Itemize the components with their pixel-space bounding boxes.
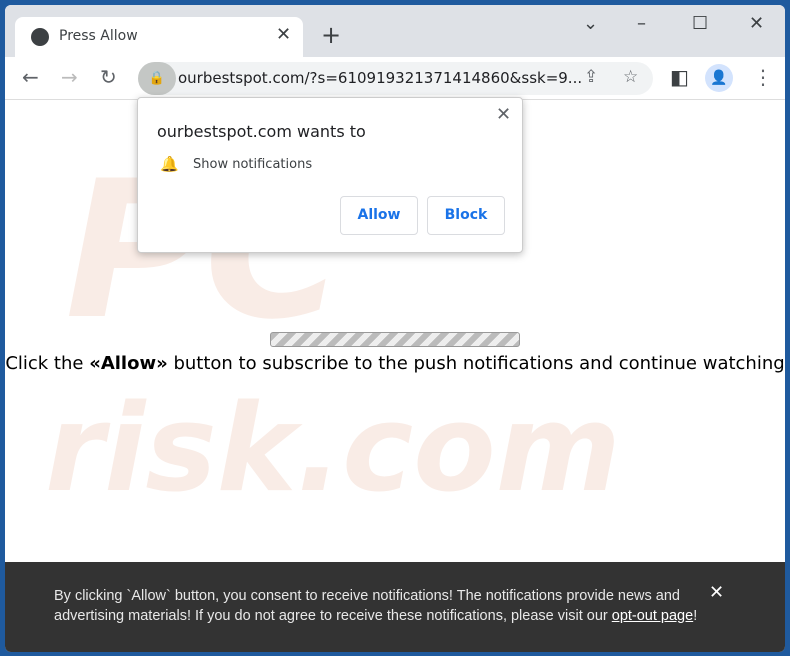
- banner-end: !: [693, 608, 698, 624]
- profile-avatar-icon[interactable]: 👤: [705, 64, 733, 92]
- share-icon[interactable]: ⇪: [584, 67, 598, 87]
- permission-text: Show notifications: [193, 157, 313, 172]
- consent-banner: By clicking `Allow` button, you consent …: [5, 562, 785, 652]
- side-panel-icon[interactable]: ◧: [670, 65, 689, 89]
- banner-text: By clicking `Allow` button, you consent …: [54, 586, 704, 626]
- popup-title: ourbestspot.com wants to: [157, 122, 366, 141]
- msg-post: button to subscribe to the push notifica…: [167, 353, 785, 374]
- instruction-text: Click the «Allow» button to subscribe to…: [5, 353, 785, 374]
- globe-icon: [31, 28, 49, 46]
- url-text[interactable]: ourbestspot.com/?s=610919321371414860&ss…: [178, 69, 582, 87]
- lock-icon[interactable]: 🔒: [138, 62, 176, 95]
- bell-icon: 🔔: [160, 155, 179, 173]
- tab-bar: Press Allow ✕ + ⌄ – ☐ ✕: [5, 5, 785, 57]
- new-tab-icon[interactable]: +: [321, 21, 341, 49]
- banner-body: By clicking `Allow` button, you consent …: [54, 588, 680, 624]
- back-icon[interactable]: ←: [22, 65, 39, 89]
- bookmark-star-icon[interactable]: ☆: [623, 67, 638, 87]
- loading-progress-bar: [270, 332, 520, 347]
- toolbar: ← → ↻ 🔒 ourbestspot.com/?s=6109193213714…: [5, 57, 785, 100]
- address-bar[interactable]: 🔒 ourbestspot.com/?s=610919321371414860&…: [138, 62, 653, 95]
- opt-out-link[interactable]: opt-out page: [612, 608, 693, 624]
- minimize-icon[interactable]: –: [637, 13, 646, 34]
- close-tab-icon[interactable]: ✕: [276, 24, 291, 45]
- reload-icon[interactable]: ↻: [100, 65, 117, 89]
- allow-button[interactable]: Allow: [340, 196, 418, 235]
- banner-close-icon[interactable]: ✕: [709, 582, 724, 603]
- block-button[interactable]: Block: [427, 196, 505, 235]
- tab-press-allow[interactable]: Press Allow ✕: [15, 17, 303, 57]
- watermark-logo-bottom: risk.com: [45, 380, 621, 519]
- popup-close-icon[interactable]: ✕: [496, 104, 511, 125]
- menu-kebab-icon[interactable]: ⋮: [753, 65, 773, 89]
- tab-title: Press Allow: [59, 28, 138, 44]
- msg-allow: «Allow»: [89, 353, 168, 374]
- notification-permission-popup: ourbestspot.com wants to ✕ 🔔 Show notifi…: [137, 97, 523, 253]
- forward-icon[interactable]: →: [61, 65, 78, 89]
- close-window-icon[interactable]: ✕: [749, 13, 764, 34]
- maximize-icon[interactable]: ☐: [692, 13, 708, 34]
- tab-search-icon[interactable]: ⌄: [583, 13, 598, 34]
- browser-window: Press Allow ✕ + ⌄ – ☐ ✕ ← → ↻ 🔒 ourbests…: [5, 5, 785, 652]
- msg-pre: Click the: [5, 353, 90, 374]
